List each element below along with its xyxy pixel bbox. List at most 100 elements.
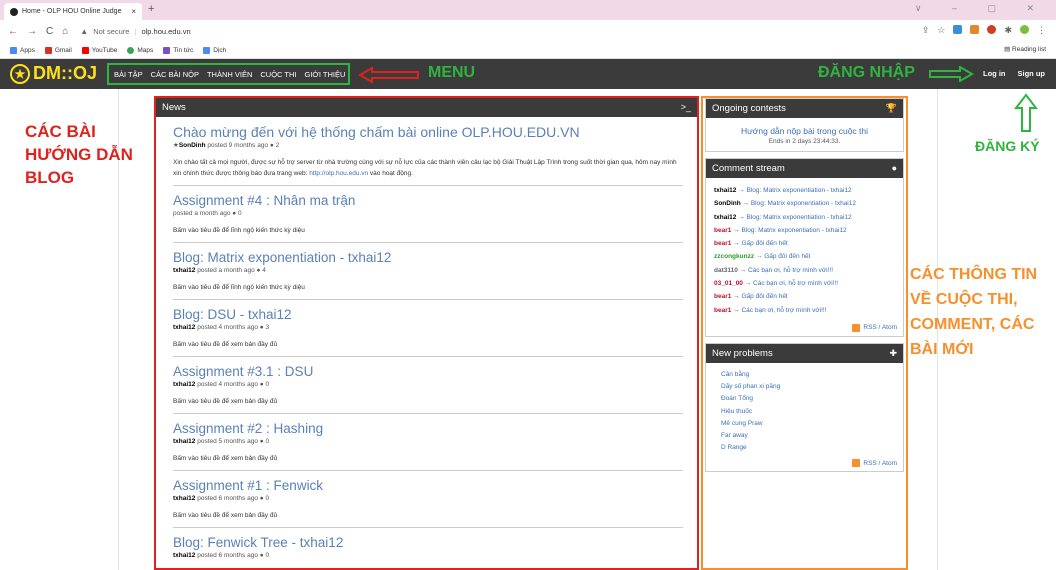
rss-link[interactable]: RSS / Atom	[706, 321, 903, 336]
problem-link[interactable]: Dãy số phan xi păng	[721, 381, 897, 393]
tab-close-icon[interactable]: ×	[131, 7, 136, 16]
post-meta: txhai12 posted a month ago ● 4	[173, 267, 683, 274]
post-author[interactable]: txhai12	[173, 324, 195, 331]
gmail-icon	[44, 46, 52, 54]
comment-user[interactable]: 03_01_00	[714, 280, 743, 287]
right-arrow-icon: →	[731, 306, 742, 314]
post-author[interactable]: txhai12	[173, 495, 195, 502]
reading-list-button[interactable]: ▤ Reading list	[1004, 45, 1046, 53]
comment-user[interactable]: bear1	[714, 307, 731, 314]
bookmark-gmail[interactable]: Gmail	[44, 46, 72, 54]
comment-user[interactable]: SonDinh	[714, 200, 741, 207]
comment-target-link[interactable]: Gấp đôi đến hết	[741, 293, 787, 300]
post-author[interactable]: txhai12	[173, 438, 195, 445]
post-title[interactable]: Blog: DSU - txhai12	[173, 307, 683, 323]
extension-icon[interactable]	[970, 25, 980, 34]
post-author[interactable]: txhai12	[173, 267, 195, 274]
warning-icon: ▲	[80, 26, 89, 36]
problem-link[interactable]: Cân bằng	[721, 369, 897, 381]
post-title[interactable]: Assignment #3.1 : DSU	[173, 364, 683, 380]
post-link[interactable]: http://olp.hou.edu.vn	[309, 170, 368, 177]
post-date: posted 5 months ago	[197, 438, 258, 445]
comment-target-link[interactable]: Gấp đôi đến hết	[764, 253, 810, 260]
menu-item-problems[interactable]: BÀI TẬP	[114, 70, 143, 79]
comment-target-link[interactable]: Blog: Matrix exponentiation - txhai12	[747, 214, 852, 221]
star-bookmark-icon[interactable]: ☆	[937, 25, 945, 36]
comment-user[interactable]: bear1	[714, 240, 731, 247]
comment-count: 3	[265, 324, 270, 331]
home-icon[interactable]: ⌂	[62, 26, 68, 37]
menu-item-about[interactable]: GIỚI THIỆU	[305, 70, 346, 79]
comment-user[interactable]: txhai12	[714, 187, 736, 194]
post-title[interactable]: Blog: Matrix exponentiation - txhai12	[173, 250, 683, 266]
comment-user[interactable]: txhai12	[714, 214, 736, 221]
youtube-icon	[81, 46, 89, 54]
bookmark-youtube[interactable]: YouTube	[81, 46, 117, 54]
comment-target-link[interactable]: Blog: Matrix exponentiation - txhai12	[747, 187, 852, 194]
comment-target-link[interactable]: Blog: Matrix exponentiation - txhai12	[751, 200, 856, 207]
post-summary: Bấm vào tiêu đề để xem bản đầy đủ	[173, 398, 278, 405]
comment-stream-title: Comment stream	[712, 163, 785, 174]
problem-link[interactable]: Đoán Tổng	[721, 393, 897, 405]
bookmark-maps[interactable]: Maps	[127, 46, 153, 54]
post-date: posted 6 months ago	[197, 552, 258, 559]
menu-item-contests[interactable]: CUỘC THI	[260, 70, 296, 79]
forward-arrow-icon[interactable]: →	[27, 26, 37, 37]
comment-user[interactable]: zzcongkunzz	[714, 253, 754, 260]
post-title[interactable]: Assignment #1 : Fenwick	[173, 478, 683, 494]
comment-user[interactable]: bear1	[714, 227, 731, 234]
post-author[interactable]: txhai12	[173, 552, 195, 559]
comment-target-link[interactable]: Các bạn ơi, hỗ trợ mình với!!!	[748, 267, 833, 274]
post-summary: Bấm vào tiêu đề để lĩnh ngộ kiến thức kỳ…	[173, 227, 305, 234]
bookmark-apps[interactable]: Apps	[10, 46, 35, 54]
login-link[interactable]: Log in	[983, 69, 1006, 78]
bookmark-translate[interactable]: Dịch	[203, 46, 226, 54]
comment-item: 03_01_00 → Các bạn ơi, hỗ trợ mình với!!…	[714, 277, 897, 290]
problem-link[interactable]: Far away	[721, 430, 897, 442]
browser-tab[interactable]: Home - OLP HOU Online Judge ×	[4, 3, 142, 20]
share-icon[interactable]: ⇪	[922, 25, 930, 36]
post-title[interactable]: Chào mừng đến với hệ thống chấm bài onli…	[173, 124, 683, 140]
problem-link[interactable]: D Range	[721, 442, 897, 454]
contest-link[interactable]: Hướng dẫn nộp bài trong cuộc thi	[710, 126, 899, 136]
comment-target-link[interactable]: Gấp đôi đến hết	[741, 240, 787, 247]
post-title[interactable]: Assignment #4 : Nhân ma trận	[173, 193, 683, 209]
bookmark-news[interactable]: Tin tức	[163, 46, 193, 54]
window-controls[interactable]: ∨ – ▢ ✕	[915, 3, 1048, 14]
post-title[interactable]: Assignment #2 : Hashing	[173, 421, 683, 437]
puzzle-icon[interactable]: ✱	[1004, 25, 1012, 36]
address-bar: ← → C ⌂ ▲ Not secure | olp.hou.edu.vn ⇪ …	[0, 20, 1056, 42]
comment-user[interactable]: dat3110	[714, 267, 738, 274]
news-post: Assignment #2 : Hashing txhai12 posted 5…	[173, 414, 683, 471]
signup-link[interactable]: Sign up	[1018, 69, 1046, 78]
url-field[interactable]: ▲ Not secure | olp.hou.edu.vn	[80, 27, 190, 36]
problem-link[interactable]: Mê cung Praw	[721, 418, 897, 430]
menu-item-users[interactable]: THÀNH VIÊN	[207, 70, 252, 79]
post-date: posted 4 months ago	[197, 381, 258, 388]
comment-item: txhai12 → Blog: Matrix exponentiation - …	[714, 184, 897, 197]
reload-icon[interactable]: C	[46, 26, 53, 37]
extension-icon[interactable]	[987, 25, 997, 34]
ongoing-contests-box: Ongoing contests 🏆 Hướng dẫn nộp bài tro…	[705, 98, 904, 152]
problem-link[interactable]: Hiệu thuốc	[721, 406, 897, 418]
profile-avatar[interactable]	[1020, 25, 1029, 34]
new-tab-button[interactable]: +	[148, 3, 154, 15]
more-menu-icon[interactable]: ⋮	[1037, 25, 1046, 36]
comment-user[interactable]: bear1	[714, 293, 731, 300]
post-author[interactable]: txhai12	[173, 381, 195, 388]
extension-icon[interactable]	[953, 25, 963, 34]
comment-item: dat3110 → Các bạn ơi, hỗ trợ mình với!!!	[714, 264, 897, 277]
bookmarks-bar: Apps Gmail YouTube Maps Tin tức Dịch ▤ R…	[0, 42, 1056, 59]
comment-target-link[interactable]: Blog: Matrix exponentiation - txhai12	[741, 227, 846, 234]
menu-item-submissions[interactable]: CÁC BÀI NỘP	[151, 70, 199, 79]
post-summary: Bấm vào tiêu đề để lĩnh ngộ kiến thức kỳ…	[173, 284, 305, 291]
star-logo-icon: ★	[10, 63, 30, 84]
rss-link[interactable]: RSS / Atom	[706, 456, 903, 471]
back-arrow-icon[interactable]: ←	[8, 26, 18, 37]
post-author[interactable]: SonDinh	[179, 142, 206, 149]
comment-target-link[interactable]: Các bạn ơi, hỗ trợ mình với!!!	[741, 307, 826, 314]
post-summary: Bấm vào tiêu đề để xem bản đầy đủ	[173, 341, 278, 348]
post-title[interactable]: Blog: Fenwick Tree - txhai12	[173, 535, 683, 551]
comment-target-link[interactable]: Các bạn ơi, hỗ trợ mình với!!!	[753, 280, 838, 287]
site-logo[interactable]: ★ DM::OJ	[10, 63, 97, 84]
